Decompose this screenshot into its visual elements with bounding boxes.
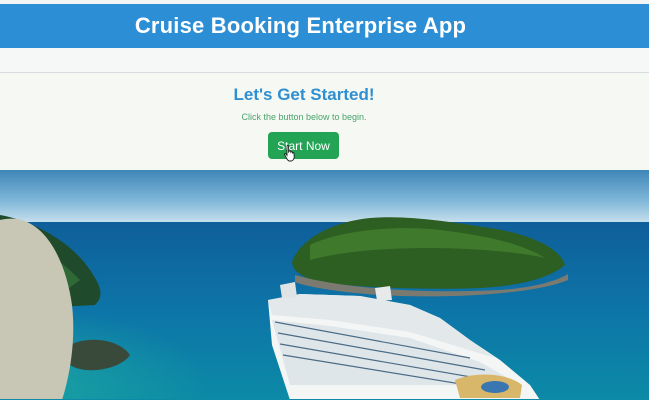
hero-subtitle: Click the button below to begin.	[241, 112, 367, 122]
nav-spacer	[0, 48, 649, 73]
hand-pointer-icon	[284, 145, 295, 162]
cruise-ship-image	[0, 170, 649, 400]
hero-title: Let's Get Started!	[233, 85, 375, 104]
app-title: Cruise Booking Enterprise App	[134, 13, 467, 38]
app-header: Cruise Booking Enterprise App	[0, 4, 649, 48]
hero-section: Let's Get Started! Click the button belo…	[0, 73, 649, 170]
start-now-button[interactable]: Start Now	[268, 132, 339, 159]
